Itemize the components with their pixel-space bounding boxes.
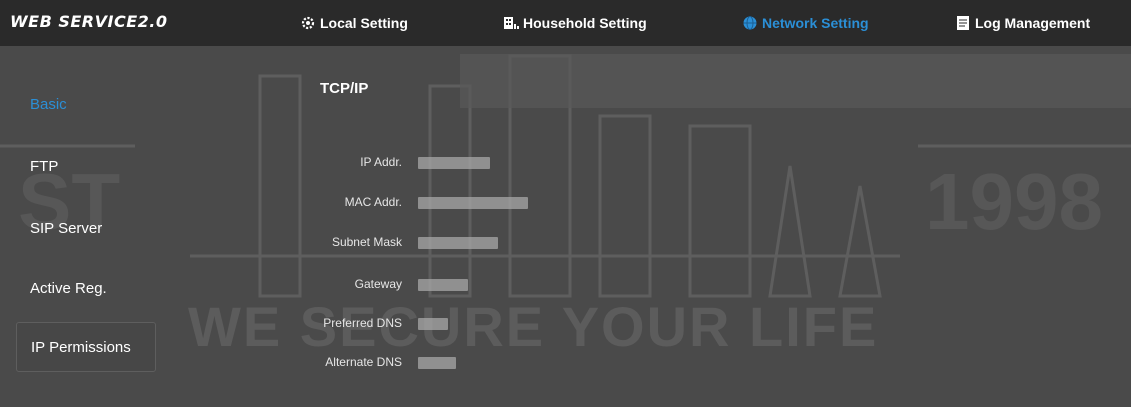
sidebar-item-label: IP Permissions (31, 338, 131, 356)
gateway-value[interactable] (418, 279, 468, 291)
sidebar-item-label: FTP (30, 157, 59, 175)
document-icon (957, 16, 969, 30)
subnet-mask-value[interactable] (418, 237, 498, 249)
top-navigation-bar: WEB SERVICE2.0 Local Setting Household S… (0, 0, 1131, 46)
preferred-dns-value[interactable] (418, 318, 448, 330)
sidebar-item-label: Basic (30, 95, 67, 113)
globe-icon (743, 16, 757, 30)
watermark-year: 1998 (925, 157, 1103, 246)
preferred-dns-label: Preferred DNS (323, 316, 402, 330)
tab-household-setting-label: Household Setting (523, 15, 647, 31)
sidebar-item-ftp[interactable]: FTP (16, 142, 156, 190)
sidebar-item-basic[interactable]: Basic (16, 80, 156, 128)
sidebar-item-label: SIP Server (30, 219, 103, 237)
tab-local-setting-label: Local Setting (320, 15, 408, 31)
mac-addr-label: MAC Addr. (344, 195, 402, 209)
mac-addr-value[interactable] (418, 197, 528, 209)
gateway-label: Gateway (354, 277, 402, 291)
gear-icon (301, 16, 315, 30)
tab-network-setting-label: Network Setting (762, 15, 869, 31)
tab-log-management-label: Log Management (975, 15, 1091, 31)
alternate-dns-label: Alternate DNS (325, 355, 402, 369)
content-header-panel (460, 54, 1131, 108)
main-area: ST 1998 WE SECURE YOUR LIFE Basic FTP SI… (0, 46, 1131, 407)
ip-addr-value[interactable] (418, 157, 490, 169)
tab-local-setting[interactable]: Local Setting (300, 0, 408, 46)
brand-logo: WEB SERVICE2.0 (10, 12, 168, 31)
subnet-mask-label: Subnet Mask (331, 235, 402, 249)
sidebar-item-label: Active Reg. (30, 279, 107, 297)
section-title: TCP/IP (320, 80, 369, 97)
sidebar-item-ip-permissions[interactable]: IP Permissions (16, 322, 156, 372)
tab-log-management[interactable]: Log Management (955, 0, 1090, 46)
ip-addr-label: IP Addr. (360, 155, 402, 169)
alternate-dns-value[interactable] (418, 357, 456, 369)
sidebar: Basic FTP SIP Server Active Reg. IP Perm… (0, 46, 170, 407)
building-icon (504, 17, 519, 29)
sidebar-item-sip-server[interactable]: SIP Server (16, 204, 156, 252)
tab-household-setting[interactable]: Household Setting (503, 0, 647, 46)
sidebar-item-active-reg[interactable]: Active Reg. (16, 264, 156, 312)
tab-network-setting[interactable]: Network Setting (742, 0, 869, 46)
